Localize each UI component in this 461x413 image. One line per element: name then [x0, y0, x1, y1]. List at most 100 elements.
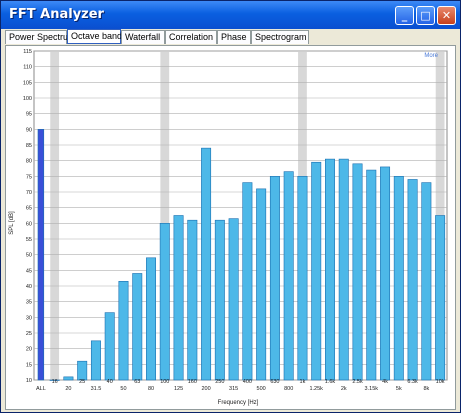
y-axis-label: SPL [dB]	[9, 211, 15, 235]
x-tick-label: 10k	[436, 379, 445, 385]
y-tick-label: 40	[26, 284, 32, 290]
y-tick-label: 35	[26, 300, 32, 306]
bar	[297, 176, 308, 381]
x-tick-label: 1.25k	[309, 386, 323, 392]
bar	[214, 219, 225, 381]
bar	[201, 147, 212, 381]
x-tick-label: 20	[65, 386, 71, 392]
chart-panel: SPL [dB] Frequency [Hz] 10 15 20 25 30 35 40 45…	[5, 45, 456, 410]
x-tick-label: 80	[148, 386, 154, 392]
bar	[228, 218, 239, 381]
y-tick-label: 15	[26, 362, 32, 368]
y-tick-label: 110	[23, 65, 32, 71]
bar	[435, 215, 446, 381]
y-tick-label: 30	[26, 315, 32, 321]
app-window: FFT Analyzer _ □ ✕ Power Spectrum Octave…	[0, 0, 461, 413]
bar	[187, 219, 198, 381]
bar	[421, 182, 432, 381]
x-tick-label: 8k	[423, 386, 429, 392]
y-tick-label: 75	[26, 174, 32, 180]
bar	[283, 171, 294, 381]
y-tick-label: 60	[26, 221, 32, 227]
y-tick-label: 45	[26, 268, 32, 274]
bar	[132, 273, 143, 381]
bar	[173, 215, 184, 381]
bar	[311, 161, 322, 381]
bar-all	[37, 129, 45, 381]
x-tick-label: 6.3k	[407, 379, 418, 385]
y-tick-label: 70	[26, 190, 32, 196]
bar	[380, 166, 391, 381]
tab-power-spectrum[interactable]: Power Spectrum	[5, 30, 76, 44]
x-tick-label: 200	[201, 386, 210, 392]
x-tick-label: 1.6k	[325, 379, 336, 385]
title-bar[interactable]: FFT Analyzer _ □ ✕	[1, 1, 460, 29]
tab-phase[interactable]: Phase	[217, 30, 251, 44]
tab-octave-band[interactable]: Octave band	[67, 29, 122, 44]
x-tick-label: 125	[174, 386, 183, 392]
x-tick-label: 800	[284, 386, 293, 392]
y-tick-label: 50	[26, 253, 32, 259]
x-tick-label: 16	[52, 379, 58, 385]
bar	[104, 312, 115, 381]
x-tick-label: 2k	[341, 386, 347, 392]
x-tick-label: 25	[79, 379, 85, 385]
y-tick-label: 20	[26, 347, 32, 353]
window-title: FFT Analyzer	[9, 7, 104, 22]
tab-spectrogram[interactable]: Spectrogram	[251, 30, 309, 44]
bar	[159, 223, 170, 381]
y-tick-label: 65	[26, 206, 32, 212]
x-tick-label: 630	[270, 379, 279, 385]
maximize-icon[interactable]: □	[416, 6, 435, 25]
y-tick-label: 55	[26, 237, 32, 243]
x-tick-label: 31.5	[91, 386, 102, 392]
x-tick-label: 100	[160, 379, 169, 385]
bar	[366, 169, 377, 381]
bar	[90, 340, 101, 381]
y-tick-label: 105	[23, 80, 32, 86]
x-tick-label: 40	[107, 379, 113, 385]
tab-correlation[interactable]: Correlation	[165, 30, 217, 44]
bar	[269, 176, 280, 381]
x-tick-label: 250	[215, 379, 224, 385]
x-tick-label: 2.5k	[352, 379, 363, 385]
x-tick-label: ALL	[36, 386, 46, 392]
minimize-icon[interactable]: _	[395, 6, 414, 25]
tab-waterfall[interactable]: Waterfall	[121, 30, 165, 44]
x-axis-label: Frequency [Hz]	[218, 400, 259, 406]
x-tick-label: 1k	[300, 379, 306, 385]
x-tick-label: 4k	[382, 379, 388, 385]
bar	[407, 179, 418, 381]
band-highlight	[50, 51, 60, 380]
x-tick-label: 63	[134, 379, 140, 385]
bar	[325, 158, 335, 381]
y-tick-label: 10	[26, 378, 32, 384]
y-tick-label: 90	[26, 127, 32, 133]
bar	[352, 163, 363, 381]
more-link[interactable]: More	[424, 53, 438, 59]
bar	[77, 360, 88, 381]
x-tick-label: 160	[188, 379, 197, 385]
close-icon[interactable]: ✕	[437, 6, 456, 25]
x-tick-label: 50	[120, 386, 126, 392]
y-tick-label: 25	[26, 331, 32, 337]
bar	[393, 176, 404, 381]
octave-band-chart: SPL [dB] Frequency [Hz] 10 15 20 25 30 35 40 45…	[9, 49, 448, 406]
bar	[256, 188, 267, 381]
y-tick-label: 115	[23, 49, 32, 55]
y-tick-label: 85	[26, 143, 32, 149]
bar	[63, 376, 74, 381]
bar	[338, 158, 349, 381]
bar	[146, 257, 156, 381]
y-tick-label: 100	[23, 96, 32, 102]
x-tick-label: 315	[229, 386, 238, 392]
x-tick-label: 3.15k	[365, 386, 379, 392]
x-tick-label: 400	[243, 379, 252, 385]
tab-bar: Power Spectrum Octave band Waterfall Cor…	[3, 29, 458, 45]
x-tick-label: 5k	[396, 386, 402, 392]
x-tick-label: 500	[257, 386, 266, 392]
y-tick-label: 80	[26, 159, 32, 165]
bar	[118, 281, 129, 381]
y-tick-label: 95	[26, 112, 32, 118]
bar	[242, 182, 253, 381]
